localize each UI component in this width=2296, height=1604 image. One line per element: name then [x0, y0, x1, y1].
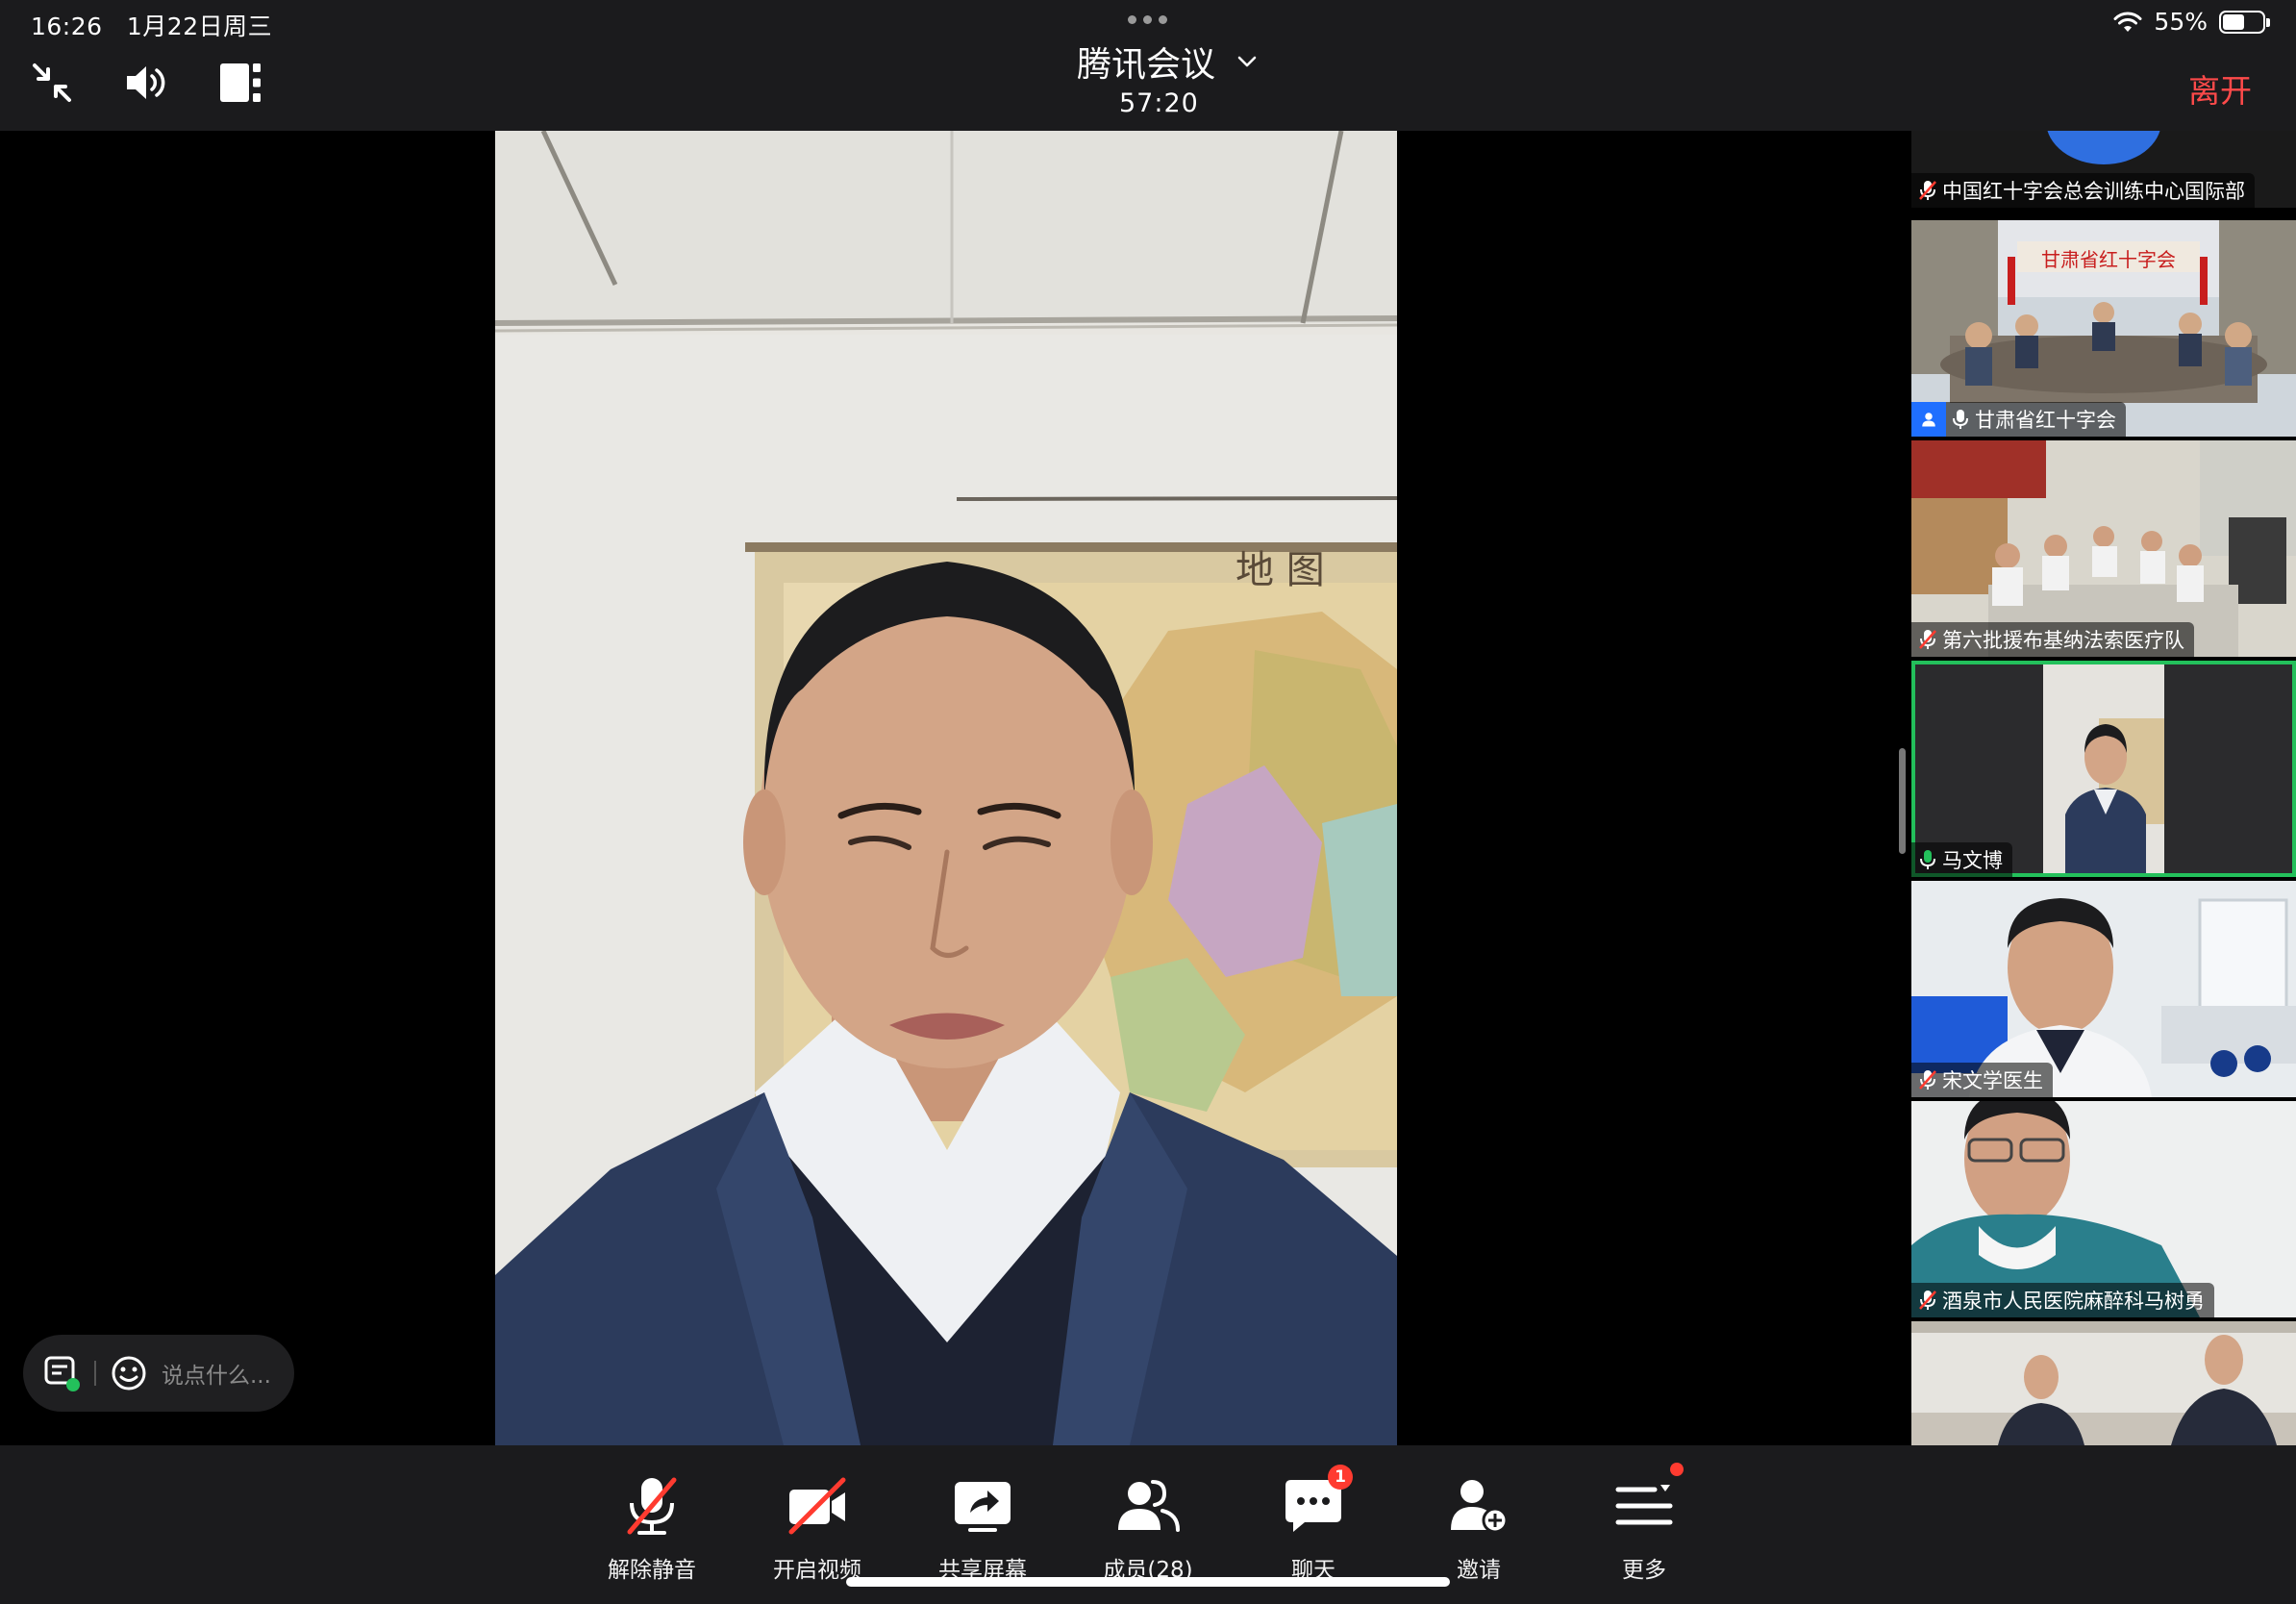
mic-muted-icon: [1919, 1291, 1936, 1310]
mic-muted-icon: [1919, 1070, 1936, 1090]
collapse-icon[interactable]: [29, 60, 75, 106]
invite-icon: [1451, 1480, 1509, 1534]
host-icon: [1911, 402, 1946, 437]
participant-name: 甘肃省红十字会: [1975, 409, 2116, 432]
share-screen-icon: [955, 1482, 1011, 1532]
participant-label: 酒泉市人民医院麻醉科马树勇: [1911, 1283, 2214, 1317]
participant-tile[interactable]: 宋文学医生: [1911, 881, 2296, 1097]
participant-tile[interactable]: 酒泉市人民医院麻醉科马树勇: [1911, 1101, 2296, 1317]
chat-icon-wrap: 1: [1280, 1465, 1353, 1540]
meeting-title[interactable]: 腾讯会议: [1077, 37, 1258, 87]
more-icon-wrap: [1610, 1463, 1684, 1540]
participant-tile-active[interactable]: 马文博: [1911, 661, 2296, 877]
mic-muted-icon: [1919, 630, 1936, 649]
participant-label: 第六批援布基纳法索医疗队: [1911, 622, 2194, 657]
battery-percent: 55%: [2154, 8, 2208, 36]
chevron-down-icon: [1237, 56, 1257, 67]
participant-label: 宋文学医生: [1911, 1063, 2053, 1097]
top-bar: 16:26 1月22日周三 55% 腾讯会议 57:20 离开: [0, 0, 2296, 131]
participant-strip[interactable]: 中国红十字会总会训练中心国际部 甘肃省红十字会 甘肃省红十字会 第六批援布基纳法…: [1911, 131, 2296, 1445]
multitask-dots[interactable]: [1128, 15, 1167, 24]
mic-icon: [1953, 410, 1968, 429]
unmute-button[interactable]: 解除静音: [580, 1472, 724, 1584]
date: 1月22日周三: [126, 13, 273, 40]
camera-off-icon: [788, 1477, 846, 1535]
participant-tile[interactable]: 第六批援布基纳法索医疗队: [1911, 440, 2296, 657]
participant-name: 宋文学医生: [1942, 1069, 2043, 1092]
comment-input[interactable]: 说点什么...: [162, 1357, 271, 1390]
speaker-video-image: 地 图: [495, 131, 1397, 1445]
more-button[interactable]: 更多: [1572, 1463, 1716, 1584]
main-video-area: 地 图 说点什么...: [0, 131, 1911, 1445]
emoji-icon[interactable]: [110, 1354, 148, 1392]
participant-tile[interactable]: 甘肃省红十字会 甘肃省红十字会: [1911, 220, 2296, 437]
home-indicator[interactable]: [846, 1577, 1450, 1587]
wifi-icon: [2113, 12, 2142, 32]
meeting-title-text: 腾讯会议: [1077, 45, 1216, 85]
speaker-icon[interactable]: [123, 60, 169, 106]
speaker-video: 地 图: [495, 131, 1397, 1445]
svg-text:地 图: 地 图: [1235, 548, 1325, 592]
participant-video: [1911, 1321, 2296, 1445]
meeting-timer: 57:20: [1119, 88, 1199, 118]
invite-button[interactable]: 邀请: [1407, 1472, 1551, 1584]
participant-label: 马文博: [1911, 842, 2012, 877]
invite-label: 邀请: [1457, 1558, 1501, 1583]
mic-muted-icon: [1919, 181, 1936, 200]
participant-tile[interactable]: [1911, 1321, 2296, 1445]
members-button[interactable]: 成员(28): [1076, 1472, 1220, 1584]
clock: 16:26: [31, 13, 103, 40]
participant-label: 甘肃省红十字会: [1911, 402, 2126, 437]
more-menu-icon: [1615, 1485, 1673, 1525]
battery-icon: [2219, 10, 2270, 34]
members-icon: [1118, 1480, 1180, 1532]
comment-bar[interactable]: 说点什么...: [23, 1335, 294, 1412]
unmute-label: 解除静音: [608, 1558, 696, 1583]
layout-icon[interactable]: [217, 60, 263, 106]
participant-name: 中国红十字会总会训练中心国际部: [1942, 180, 2245, 203]
start-video-button[interactable]: 开启视频: [745, 1472, 889, 1584]
status-right: 55%: [2113, 8, 2270, 36]
participant-tile[interactable]: 中国红十字会总会训练中心国际部: [1911, 131, 2296, 208]
comment-divider: [94, 1361, 96, 1386]
svg-text:甘肃省红十字会: 甘肃省红十字会: [2041, 248, 2176, 271]
chat-button[interactable]: 1 聊天: [1241, 1465, 1385, 1584]
more-notification-dot: [1670, 1463, 1684, 1476]
chat-unread-badge: 1: [1328, 1465, 1353, 1490]
subtitle-toggle-icon[interactable]: [42, 1354, 81, 1392]
mic-muted-icon: [627, 1477, 677, 1535]
status-time: 16:26 1月22日周三: [31, 8, 272, 42]
mic-active-icon: [1920, 850, 1935, 869]
battery-fill: [2223, 13, 2244, 30]
participant-name: 第六批援布基纳法索医疗队: [1942, 629, 2184, 652]
leave-button[interactable]: 离开: [2188, 65, 2252, 112]
strip-scroll-handle[interactable]: [1899, 748, 1906, 854]
share-screen-button[interactable]: 共享屏幕: [911, 1472, 1055, 1584]
participant-name: 酒泉市人民医院麻醉科马树勇: [1942, 1290, 2205, 1313]
participant-label: 中国红十字会总会训练中心国际部: [1911, 173, 2255, 208]
more-label: 更多: [1622, 1558, 1666, 1583]
participant-name: 马文博: [1942, 849, 2003, 872]
